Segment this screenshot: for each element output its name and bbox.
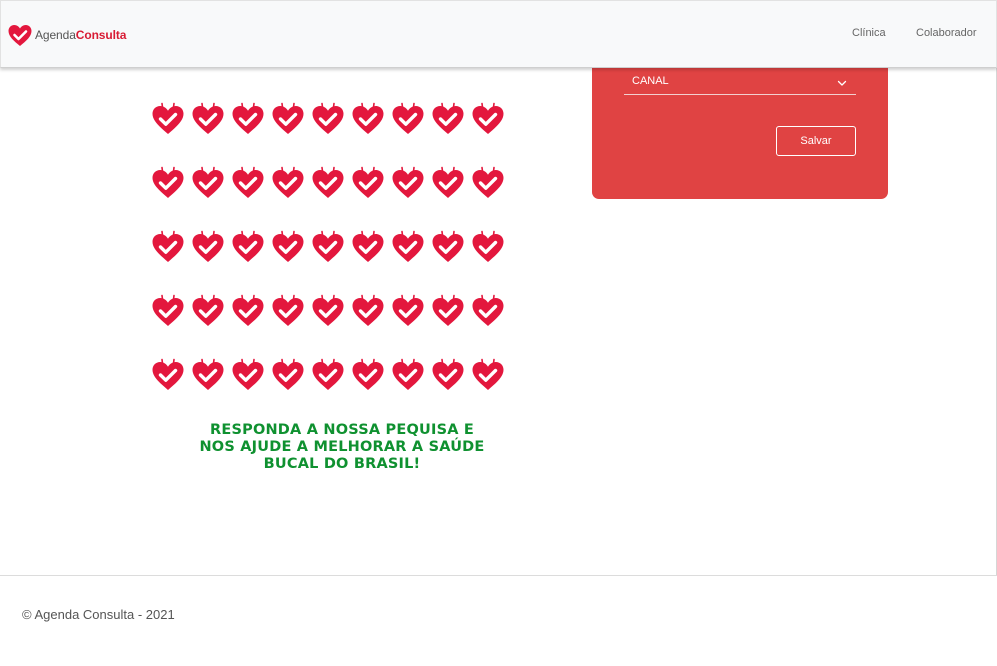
heart-check-icon bbox=[228, 356, 268, 394]
canal-select[interactable]: CANAL bbox=[624, 74, 856, 95]
top-navbar: AgendaConsulta Clínica Colaborador bbox=[0, 0, 997, 68]
heart-check-icon bbox=[308, 100, 348, 138]
campaign-line-3: BUCAL DO BRASIL! bbox=[263, 456, 421, 472]
heart-row bbox=[148, 100, 512, 138]
heart-check-icon bbox=[388, 164, 428, 202]
campaign-message: RESPONDA A NOSSA PEQUISA E NOS AJUDE A M… bbox=[175, 422, 509, 473]
hearts-banner-image bbox=[148, 100, 512, 420]
nav-link-clinica[interactable]: Clínica bbox=[852, 27, 886, 39]
heart-check-icon bbox=[148, 100, 188, 138]
heart-check-icon bbox=[468, 100, 508, 138]
heart-check-icon bbox=[188, 228, 228, 266]
heart-check-icon bbox=[388, 356, 428, 394]
heart-check-icon bbox=[268, 100, 308, 138]
brand-name-part1: Agenda bbox=[35, 28, 76, 42]
heart-check-icon bbox=[228, 100, 268, 138]
page: AgendaConsulta Clínica Colaborador RESPO… bbox=[0, 0, 997, 666]
heart-check-icon bbox=[388, 100, 428, 138]
heart-check-icon bbox=[468, 356, 508, 394]
heart-check-icon bbox=[308, 164, 348, 202]
save-button[interactable]: Salvar bbox=[776, 126, 856, 156]
heart-check-icon bbox=[348, 100, 388, 138]
heart-row bbox=[148, 164, 512, 202]
heart-check-icon bbox=[468, 228, 508, 266]
heart-check-icon bbox=[348, 292, 388, 330]
heart-row bbox=[148, 292, 512, 330]
heart-check-icon bbox=[228, 228, 268, 266]
heart-check-icon bbox=[148, 356, 188, 394]
heart-check-icon bbox=[308, 228, 348, 266]
heart-check-icon bbox=[428, 100, 468, 138]
heart-check-icon bbox=[428, 356, 468, 394]
heart-check-icon bbox=[228, 164, 268, 202]
heart-check-icon bbox=[268, 356, 308, 394]
heart-check-icon bbox=[188, 100, 228, 138]
footer-copyright: © Agenda Consulta - 2021 bbox=[22, 607, 175, 622]
heart-check-icon bbox=[428, 292, 468, 330]
heart-check-icon bbox=[428, 228, 468, 266]
heart-check-icon bbox=[388, 228, 428, 266]
heart-check-icon bbox=[268, 292, 308, 330]
heart-check-icon bbox=[148, 292, 188, 330]
heart-check-icon bbox=[228, 292, 268, 330]
heart-check-icon bbox=[308, 292, 348, 330]
brand-name-part2: Consulta bbox=[75, 28, 127, 42]
brand-link[interactable]: AgendaConsulta bbox=[7, 22, 126, 48]
heart-check-icon bbox=[268, 228, 308, 266]
heart-check-icon bbox=[7, 23, 33, 47]
heart-row bbox=[148, 228, 512, 266]
campaign-line-2: NOS AJUDE A MELHORAR A SAÚDE bbox=[199, 439, 485, 455]
chevron-down-icon bbox=[836, 76, 848, 88]
heart-check-icon bbox=[188, 164, 228, 202]
heart-check-icon bbox=[308, 356, 348, 394]
heart-check-icon bbox=[148, 228, 188, 266]
heart-check-icon bbox=[348, 356, 388, 394]
heart-check-icon bbox=[268, 164, 308, 202]
heart-check-icon bbox=[388, 292, 428, 330]
footer-divider bbox=[0, 575, 997, 576]
heart-check-icon bbox=[348, 228, 388, 266]
heart-check-icon bbox=[348, 164, 388, 202]
brand-name: AgendaConsulta bbox=[35, 28, 126, 42]
heart-check-icon bbox=[188, 292, 228, 330]
heart-check-icon bbox=[148, 164, 188, 202]
heart-check-icon bbox=[188, 356, 228, 394]
canal-select-value: CANAL bbox=[632, 75, 669, 87]
heart-row bbox=[148, 356, 512, 394]
heart-check-icon bbox=[468, 292, 508, 330]
heart-check-icon bbox=[468, 164, 508, 202]
campaign-line-1: RESPONDA A NOSSA PEQUISA E bbox=[210, 422, 474, 438]
heart-check-icon bbox=[428, 164, 468, 202]
nav-link-colaborador[interactable]: Colaborador bbox=[916, 27, 977, 39]
